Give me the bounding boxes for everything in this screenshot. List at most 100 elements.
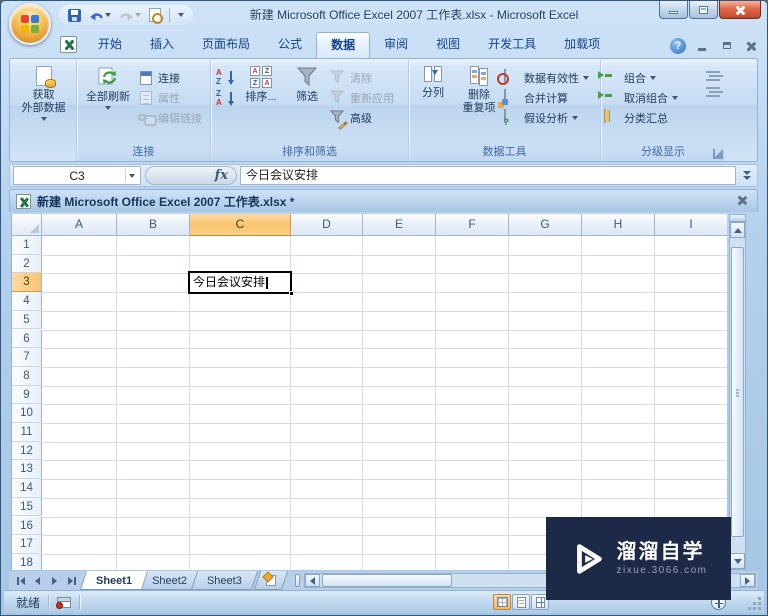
row-header-9[interactable]: 9 <box>12 385 42 405</box>
close-button[interactable] <box>719 1 761 19</box>
hide-detail-button[interactable] <box>706 87 720 97</box>
tab-插入[interactable]: 插入 <box>136 32 188 58</box>
active-cell-C3[interactable]: 今日会议安排 <box>188 271 294 296</box>
tab-开始[interactable]: 开始 <box>84 32 136 58</box>
edit-links-button[interactable]: 编辑链接 <box>138 109 202 126</box>
sort-ascending-button[interactable]: AZ <box>216 69 234 86</box>
horizontal-scroll-thumb[interactable] <box>321 574 452 587</box>
insert-worksheet-button[interactable] <box>257 571 285 590</box>
name-box[interactable]: C3 <box>13 166 141 185</box>
doc-restore-button[interactable] <box>720 40 734 52</box>
scroll-up-button[interactable] <box>730 222 745 238</box>
tab-公式[interactable]: 公式 <box>264 32 316 58</box>
row-header-6[interactable]: 6 <box>12 329 42 349</box>
row-header-13[interactable]: 13 <box>12 460 42 480</box>
select-all-corner[interactable] <box>12 214 42 236</box>
page-layout-view-button[interactable] <box>512 594 530 610</box>
subtotal-button[interactable]: 分类汇总 <box>604 108 700 126</box>
sort-descending-button[interactable]: ZA <box>216 90 234 107</box>
workbook-close-button[interactable] <box>735 194 749 208</box>
row-header-10[interactable]: 10 <box>12 404 42 423</box>
col-header-H[interactable]: H <box>582 214 655 236</box>
tab-审阅[interactable]: 审阅 <box>370 32 422 58</box>
row-header-2[interactable]: 2 <box>12 254 42 274</box>
tab-数据[interactable]: 数据 <box>316 32 371 58</box>
formula-input[interactable]: 今日会议安排 <box>240 166 736 185</box>
sheet-tab-Sheet3[interactable]: Sheet3 <box>194 571 255 590</box>
clear-filter-button[interactable]: 清除 <box>329 69 394 86</box>
row-header-14[interactable]: 14 <box>12 479 42 498</box>
col-header-F[interactable]: F <box>436 214 509 236</box>
row-header-16[interactable]: 16 <box>12 516 42 536</box>
row-header-1[interactable]: 1 <box>12 236 42 255</box>
row-header-3[interactable]: 3 <box>12 273 42 293</box>
tab-split-handle[interactable] <box>294 574 300 587</box>
row-header-17[interactable]: 17 <box>12 535 42 554</box>
save-button[interactable] <box>65 7 84 24</box>
col-header-A[interactable]: A <box>42 214 117 236</box>
show-detail-button[interactable] <box>706 71 720 81</box>
row-header-4[interactable]: 4 <box>12 292 42 311</box>
col-header-D[interactable]: D <box>291 214 363 236</box>
print-preview-button[interactable] <box>146 6 164 24</box>
undo-button[interactable] <box>86 7 114 24</box>
scroll-right-button[interactable] <box>740 574 755 587</box>
tab-加载项[interactable]: 加载项 <box>550 32 614 58</box>
reapply-filter-button[interactable]: 重新应用 <box>329 89 394 106</box>
expand-formula-bar-button[interactable] <box>739 166 754 185</box>
col-header-C[interactable]: C <box>190 214 291 236</box>
col-header-B[interactable]: B <box>117 214 190 236</box>
remove-duplicates-button[interactable]: 删除 重复项 <box>456 63 502 115</box>
redo-button[interactable] <box>116 7 144 24</box>
sort-dialog-button[interactable]: AZ ZA 排序... <box>238 63 284 104</box>
row-header-5[interactable]: 5 <box>12 310 42 330</box>
refresh-all-button[interactable]: 全部刷新 <box>80 63 136 110</box>
macro-record-button[interactable] <box>56 596 72 609</box>
row-header-18[interactable]: 18 <box>12 553 42 570</box>
sheet-tab-Sheet1[interactable]: Sheet1 <box>83 571 145 590</box>
help-icon[interactable] <box>670 38 686 54</box>
tab-视图[interactable]: 视图 <box>422 32 474 58</box>
text-to-columns-button[interactable]: 分列 <box>412 63 454 100</box>
get-external-data-button[interactable]: 获取 外部数据 <box>22 63 66 121</box>
data-validation-button[interactable]: 数据有效性 <box>504 68 589 86</box>
row-header-8[interactable]: 8 <box>12 366 42 386</box>
minimize-button[interactable] <box>659 1 688 19</box>
normal-view-button[interactable] <box>493 594 511 610</box>
ungroup-button[interactable]: 取消组合 <box>604 89 700 106</box>
consolidate-button[interactable]: 合并计算 <box>504 88 589 106</box>
scroll-left-button[interactable] <box>304 574 320 587</box>
connections-button[interactable]: 连接 <box>138 69 202 86</box>
col-header-E[interactable]: E <box>363 214 436 236</box>
next-sheet-button[interactable] <box>47 573 62 588</box>
row-header-12[interactable]: 12 <box>12 441 42 461</box>
outline-dialog-launcher[interactable] <box>713 149 723 159</box>
name-box-dropdown[interactable] <box>125 169 138 182</box>
vertical-scroll-thumb[interactable] <box>731 247 744 537</box>
scroll-down-button[interactable] <box>730 553 745 569</box>
excel-file-icon[interactable] <box>60 36 77 53</box>
what-if-analysis-button[interactable]: 假设分析 <box>504 108 589 126</box>
advanced-filter-button[interactable]: 高级 <box>329 109 394 130</box>
doc-minimize-button[interactable] <box>696 40 710 52</box>
resize-grip[interactable] <box>748 597 761 610</box>
tab-页面布局[interactable]: 页面布局 <box>188 32 264 58</box>
col-header-G[interactable]: G <box>509 214 582 236</box>
row-header-7[interactable]: 7 <box>12 348 42 367</box>
prev-sheet-button[interactable] <box>30 573 45 588</box>
col-header-I[interactable]: I <box>655 214 727 236</box>
properties-button[interactable]: 属性 <box>138 89 202 106</box>
vertical-split-box[interactable] <box>730 215 745 222</box>
doc-close-button[interactable] <box>744 40 758 52</box>
office-button[interactable] <box>9 3 51 45</box>
group-button[interactable]: 组合 <box>604 69 700 86</box>
restore-button[interactable] <box>689 1 718 19</box>
row-header-11[interactable]: 11 <box>12 423 42 442</box>
undo-dropdown-icon[interactable] <box>105 13 111 17</box>
insert-function-button[interactable]: fx <box>145 166 237 185</box>
tab-开发工具[interactable]: 开发工具 <box>474 32 550 58</box>
fill-handle[interactable] <box>288 290 294 296</box>
last-sheet-button[interactable] <box>64 573 79 588</box>
first-sheet-button[interactable] <box>13 573 28 588</box>
row-header-15[interactable]: 15 <box>12 497 42 517</box>
